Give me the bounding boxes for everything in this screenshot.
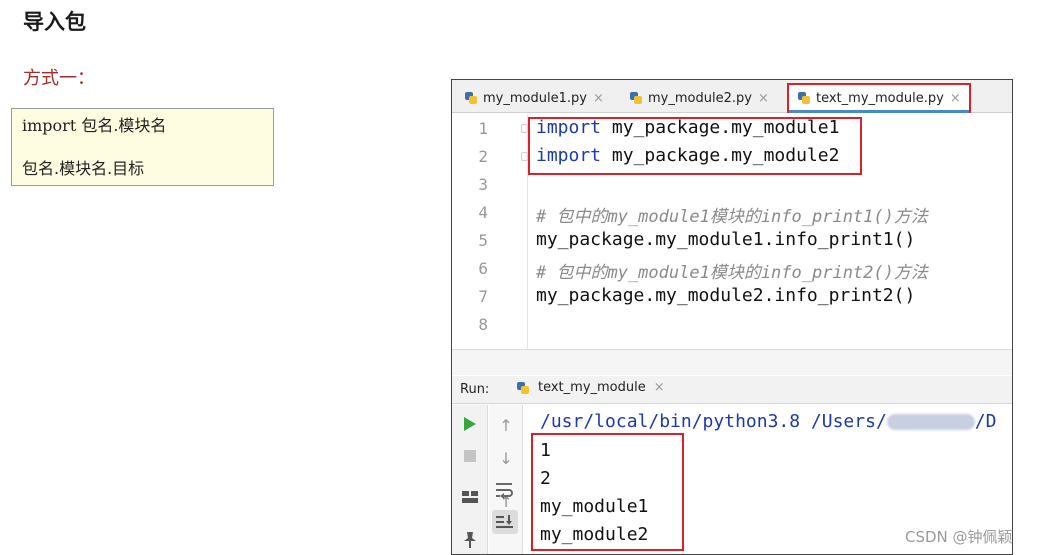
run-config-label: text_my_module (538, 380, 646, 395)
syntax-line-1: import 包名.模块名 (22, 116, 167, 135)
panel-splitter[interactable] (452, 349, 1012, 375)
close-icon[interactable]: × (950, 91, 961, 106)
tab-label: text_my_module.py (816, 90, 944, 106)
code-line-5: my_package.my_module1.info_print1() (536, 229, 916, 250)
python-file-icon (464, 91, 478, 105)
run-label: Run: (460, 382, 490, 397)
console-command-line: /usr/local/bin/python3.8 /Users/ /D (540, 411, 996, 432)
scroll-to-end-icon[interactable] (492, 510, 518, 534)
close-icon[interactable]: × (654, 380, 665, 395)
python-file-icon (797, 91, 811, 105)
close-icon[interactable]: × (758, 91, 769, 106)
ide-window: my_module1.py × my_module2.py × text_my_… (451, 79, 1013, 555)
stop-icon[interactable] (462, 447, 478, 465)
line-number: 8 (478, 315, 488, 334)
line-number: 5 (478, 231, 488, 250)
soft-wrap-icon[interactable] (494, 481, 518, 503)
code-comment-line-6: # 包中的my_module1模块的info_print2()方法 (536, 263, 928, 283)
line-number: 4 (478, 203, 488, 222)
close-icon[interactable]: × (593, 91, 604, 106)
syntax-code-box: import 包名.模块名 包名.模块名.目标 (11, 108, 274, 186)
layout-icon[interactable] (461, 488, 479, 506)
syntax-line-2: 包名.模块名.目标 (22, 159, 145, 178)
line-number: 3 (478, 175, 488, 194)
section-heading: 导入包 (23, 10, 86, 34)
scroll-up-icon[interactable]: ↑ (497, 416, 515, 435)
fold-marker-icon[interactable] (521, 124, 528, 133)
code-editor[interactable]: 1 2 3 4 5 6 7 8 import my_package.my_mod… (452, 114, 1012, 349)
pin-icon[interactable] (461, 531, 479, 549)
redacted-username (886, 414, 975, 430)
csdn-watermark: CSDN @钟佩颖 (905, 528, 1013, 546)
code-line-7: my_package.my_module2.info_print2() (536, 285, 916, 306)
scroll-down-icon[interactable]: ↓ (497, 449, 515, 468)
line-number-gutter: 1 2 3 4 5 6 7 8 (452, 114, 528, 349)
tab-my-module1[interactable]: my_module1.py × (464, 85, 604, 111)
run-config-tab[interactable]: text_my_module × (516, 380, 665, 395)
tab-label: my_module2.py (648, 90, 752, 106)
line-number: 7 (478, 287, 488, 306)
output-highlight-box (531, 433, 684, 551)
console-path-suffix: /D (974, 411, 997, 432)
fold-marker-icon[interactable] (521, 152, 528, 161)
tab-label: my_module1.py (483, 90, 587, 106)
code-comment-line-4: # 包中的my_module1模块的info_print1()方法 (536, 207, 928, 227)
line-number: 6 (478, 259, 488, 278)
import-highlight-box (528, 117, 862, 175)
editor-tab-bar: my_module1.py × my_module2.py × text_my_… (452, 80, 1012, 113)
python-file-icon (629, 91, 643, 105)
run-toolbar (452, 405, 488, 554)
tab-text-my-module[interactable]: text_my_module.py × (787, 83, 971, 113)
run-tool-window-header: Run: text_my_module × (452, 376, 1012, 404)
line-number: 2 (478, 147, 488, 166)
console-path-prefix: /usr/local/bin/python3.8 /Users/ (540, 411, 887, 432)
tab-my-module2[interactable]: my_module2.py × (629, 85, 769, 111)
line-number: 1 (478, 119, 488, 138)
method-subheading: 方式一： (23, 68, 95, 89)
play-icon[interactable] (462, 415, 478, 433)
python-file-icon (516, 381, 530, 395)
